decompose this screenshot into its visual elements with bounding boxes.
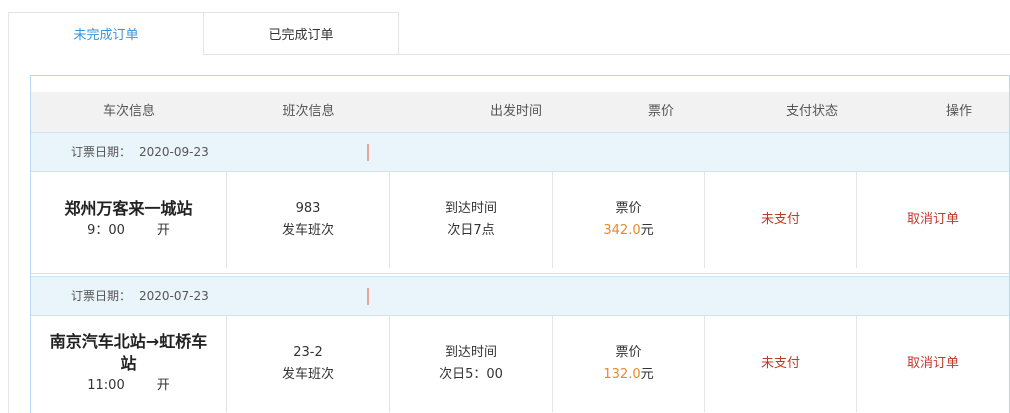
arrive-value: 次日5：00	[439, 367, 503, 382]
order-date-bar: 订票日期： 2020-07-23	[31, 276, 1009, 316]
action-cell: 取消订单	[857, 172, 1009, 268]
price: 132.0元	[603, 364, 653, 386]
shift-info-cell: 983 发车班次	[227, 172, 390, 268]
train-info-cell: 郑州万客来一城站 9：00 开	[31, 172, 227, 268]
price-value: 132.0	[603, 367, 641, 382]
panel-border	[8, 54, 9, 413]
col-depart-time: 出发时间	[489, 104, 542, 119]
order-date-label: 订票日期：	[71, 289, 132, 303]
order-date-value: 2020-07-23	[139, 289, 209, 303]
arrive-time-cell: 到达时间 次日5：00	[390, 316, 553, 412]
order-date-label: 订票日期：	[71, 145, 132, 159]
pay-status-badge: 未支付	[760, 356, 800, 371]
tab-unfinished-orders[interactable]: 未完成订单	[8, 12, 204, 55]
col-action: 操作	[945, 104, 972, 119]
shift-number: 983	[295, 201, 321, 216]
cancel-order-button[interactable]: 取消订单	[907, 353, 959, 375]
shift-number: 23-2	[293, 345, 323, 360]
arrive-value: 次日7点	[447, 223, 495, 238]
col-pay-status: 支付状态	[785, 104, 838, 119]
depart-word: 开	[156, 223, 170, 238]
orders-table: 车次信息 班次信息 出发时间 票价 支付状态 操作 订票日期： 2020-09-2…	[30, 75, 1010, 413]
order-date-bar: 订票日期： 2020-09-23	[31, 132, 1009, 172]
date-divider-mark	[367, 144, 369, 161]
depart-time-value: 11:00	[87, 378, 125, 393]
price-label: 票价	[615, 201, 642, 216]
station-name: 郑州万客来一城站	[64, 199, 193, 218]
shift-label: 发车班次	[281, 367, 334, 382]
order-date-value: 2020-09-23	[139, 145, 209, 159]
pay-status-badge: 未支付	[760, 212, 800, 227]
date-divider-mark	[367, 288, 369, 305]
col-price: 票价	[647, 104, 674, 119]
price-cell: 票价 132.0元	[553, 316, 705, 412]
order-tabs: 未完成订单 已完成订单	[8, 12, 399, 55]
price-unit: 元	[640, 223, 654, 238]
table-header: 车次信息 班次信息 出发时间 票价 支付状态 操作	[31, 92, 1009, 132]
col-train-info: 车次信息	[102, 104, 155, 119]
depart-time: 9：00 开	[87, 220, 170, 242]
order-date: 订票日期： 2020-09-23	[71, 133, 209, 171]
action-cell: 取消订单	[857, 316, 1009, 412]
arrive-label: 到达时间	[444, 345, 497, 360]
price-cell: 票价 342.0元	[553, 172, 705, 268]
price-value: 342.0	[603, 223, 641, 238]
tabs-divider	[398, 54, 1010, 55]
train-info-cell: 南京汽车北站→虹桥车站 11:00 开	[31, 316, 227, 412]
shift-label: 发车班次	[281, 223, 334, 238]
col-shift-info: 班次信息	[282, 104, 335, 119]
cancel-order-button[interactable]: 取消订单	[907, 209, 959, 231]
arrive-label: 到达时间	[444, 201, 497, 216]
arrive-time-cell: 到达时间 次日7点	[390, 172, 553, 268]
pay-status-cell: 未支付	[705, 172, 857, 268]
depart-time: 11:00 开	[87, 375, 169, 397]
price-label: 票价	[615, 345, 642, 360]
row-divider	[31, 273, 1009, 274]
table-row: 郑州万客来一城站 9：00 开 983 发车班次 到达时间 次日7点 票价 34…	[31, 172, 1009, 270]
station-name: 南京汽车北站→虹桥车站	[49, 332, 208, 373]
tab-finished-orders[interactable]: 已完成订单	[203, 12, 399, 55]
price: 342.0元	[603, 220, 653, 242]
order-date: 订票日期： 2020-07-23	[71, 277, 209, 315]
depart-word: 开	[156, 378, 170, 393]
pay-status-cell: 未支付	[705, 316, 857, 412]
table-row: 南京汽车北站→虹桥车站 11:00 开 23-2 发车班次 到达时间 次日5：0…	[31, 316, 1009, 413]
shift-info-cell: 23-2 发车班次	[227, 316, 390, 412]
depart-time-value: 9：00	[87, 223, 125, 238]
price-unit: 元	[640, 367, 654, 382]
